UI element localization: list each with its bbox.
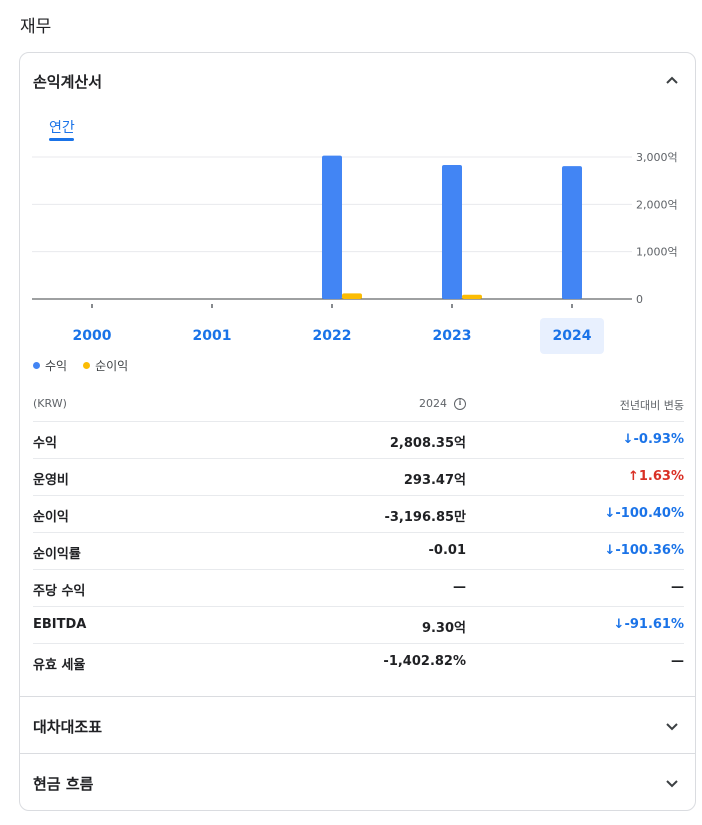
table-row: 유효 세율 -1,402.82% — [33,643,684,680]
revenue-bar[interactable] [442,165,462,299]
row-change-value: -91.61% [624,617,684,632]
table-header: (KRW) 2024 전년대비 변동 [33,397,684,421]
section-title: 재무 [20,17,52,37]
y-tick-label: 1,000억 [636,246,678,259]
year-button-2000[interactable]: 2000 [60,318,124,354]
row-change: ↓-0.93% [623,432,684,447]
row-value: 2,808.35억 [389,436,466,451]
row-label: 수익 [33,436,57,451]
row-change-value: — [671,654,684,669]
legend-item: 수익 [33,357,67,374]
row-label: 운영비 [33,473,69,488]
arrow-down-icon: ↓ [604,543,616,558]
row-change-value: -0.93% [633,432,685,447]
table-row: 순이익 -3,196.85만 ↓-100.40% [33,495,684,532]
y-tick-label: 2,000억 [636,198,678,211]
change-header: 전년대비 변동 [619,399,684,412]
row-change: — [671,654,684,669]
revenue-bar[interactable] [562,166,582,299]
table-row: EBITDA 9.30억 ↓-91.61% [33,606,684,643]
income-table: 수익 2,808.35억 ↓-0.93% 운영비 293.47억 ↑1.63% 순이익 -3,… [33,421,684,680]
year-button-2023[interactable]: 2023 [420,318,484,354]
legend-label: 수익 [45,359,68,373]
revenue-bar[interactable] [322,155,342,299]
y-tick-label: 0 [636,293,643,306]
row-value: 293.47억 [403,473,466,488]
row-label: 순이익률 [33,547,81,562]
balance-sheet-section[interactable]: 대차대조표 [20,696,695,753]
row-label: 순이익 [33,510,69,525]
arrow-down-icon: ↓ [613,617,625,632]
net-income-bar[interactable] [342,293,362,299]
y-tick-label: 3,000억 [636,151,678,164]
net-income-bar[interactable] [462,294,482,299]
chevron-down-icon[interactable] [665,719,679,733]
table-row: 순이익률 -0.01 ↓-100.36% [33,532,684,569]
cash-flow-title: 현금 흐름 [33,775,94,793]
currency-header: (KRW) [33,397,67,410]
row-change-value: — [671,580,684,595]
table-row: 운영비 293.47억 ↑1.63% [33,458,684,495]
table-row: 주당 수익 — — [33,569,684,606]
row-change-value: 1.63% [638,469,684,484]
row-change: ↑1.63% [628,469,684,484]
legend-dot [83,362,91,369]
row-change: ↓-100.40% [605,506,685,521]
arrow-down-icon: ↓ [604,506,616,521]
legend-dot [33,362,40,369]
balance-sheet-title: 대차대조표 [33,718,103,736]
arrow-down-icon: ↓ [622,432,634,447]
row-change: ↓-100.36% [605,543,685,558]
row-value: -3,196.85만 [384,510,466,525]
row-change-value: -100.40% [615,506,684,521]
info-icon[interactable] [454,397,466,410]
year-button-2001[interactable]: 2001 [180,318,244,354]
row-change: ↓-91.61% [614,617,684,632]
legend-item: 순이익 [83,357,128,374]
row-label: 주당 수익 [33,584,86,599]
income-chart: 3,000억 2,000억 1,000억 0 [32,151,678,308]
cash-flow-section[interactable]: 현금 흐름 [20,753,695,810]
row-value: 9.30억 [421,621,466,636]
row-value: -0.01 [428,543,466,558]
table-row: 수익 2,808.35억 ↓-0.93% [33,421,684,458]
chevron-down-icon[interactable] [665,776,679,790]
legend-label: 순이익 [95,359,129,373]
row-change: — [671,580,684,595]
row-value: — [453,580,466,595]
chart-legend: 수익 순이익 [33,357,144,374]
row-label: 유효 세율 [33,658,86,673]
financials-card: 손익계산서 연간 3,000억 2,000억 1,000억 0 2000 2001 202… [19,52,696,811]
year-button-2022[interactable]: 2022 [300,318,364,354]
year-header-label: 2024 [419,397,447,410]
arrow-up-icon: ↑ [627,469,639,484]
year-button-2024[interactable]: 2024 [540,318,604,354]
year-header: 2024 [419,397,466,410]
row-value: -1,402.82% [383,654,466,669]
row-change-value: -100.36% [615,543,684,558]
row-label: EBITDA [33,617,87,632]
